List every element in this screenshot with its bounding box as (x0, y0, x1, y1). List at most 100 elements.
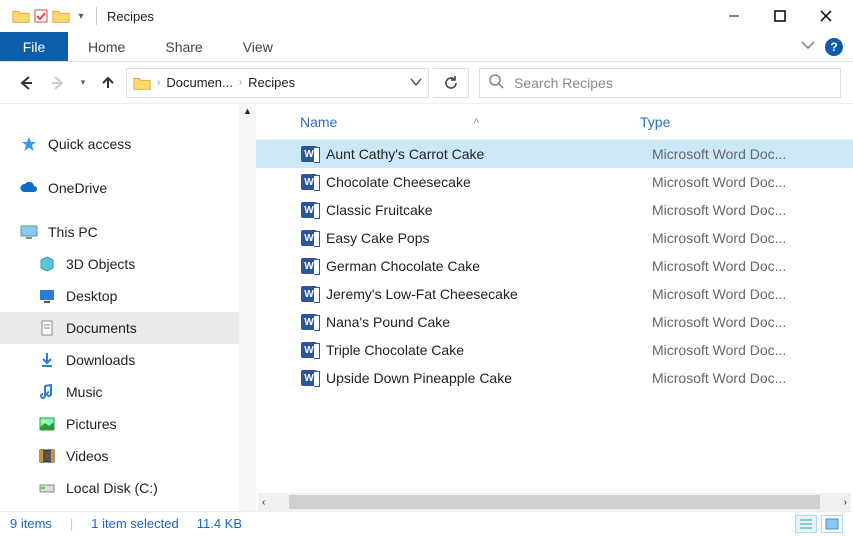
help-button[interactable]: ? (825, 38, 843, 56)
star-icon (20, 135, 38, 153)
sidebar-item[interactable]: 3D Objects (0, 248, 256, 280)
word-doc-icon: W (300, 285, 318, 303)
word-doc-icon: W (300, 173, 318, 191)
file-type: Microsoft Word Doc... (652, 230, 853, 246)
close-button[interactable] (803, 0, 849, 32)
sidebar-item-label: Desktop (66, 288, 117, 304)
sidebar-item[interactable]: Music (0, 376, 256, 408)
file-rows: WAunt Cathy's Carrot CakeMicrosoft Word … (256, 140, 853, 493)
chevron-right-icon[interactable]: › (239, 77, 242, 88)
status-item-count: 9 items (10, 516, 52, 531)
sidebar-item[interactable]: Pictures (0, 408, 256, 440)
nav-up-button[interactable] (94, 69, 122, 97)
sidebar-item[interactable]: Documents (0, 312, 256, 344)
file-type: Microsoft Word Doc... (652, 146, 853, 162)
file-name: German Chocolate Cake (326, 258, 652, 274)
address-bar[interactable]: › Documen... › Recipes (126, 68, 429, 98)
sidebar-item-label: 3D Objects (66, 256, 135, 272)
view-thumbnails-button[interactable] (821, 515, 843, 533)
file-tab[interactable]: File (0, 32, 68, 61)
nav-back-button[interactable] (12, 69, 40, 97)
file-name: Chocolate Cheesecake (326, 174, 652, 190)
minimize-button[interactable] (711, 0, 757, 32)
file-row[interactable]: WNana's Pound CakeMicrosoft Word Doc... (256, 308, 853, 336)
search-input[interactable] (514, 75, 832, 91)
column-label: Type (640, 114, 670, 130)
file-type: Microsoft Word Doc... (652, 370, 853, 386)
file-row[interactable]: WChocolate CheesecakeMicrosoft Word Doc.… (256, 168, 853, 196)
folder-qat-icon[interactable] (52, 7, 70, 25)
file-type: Microsoft Word Doc... (652, 342, 853, 358)
breadcrumb-item[interactable]: Documen... (166, 75, 232, 90)
file-name: Upside Down Pineapple Cake (326, 370, 652, 386)
tab-home[interactable]: Home (68, 32, 145, 61)
qat-icon[interactable] (32, 7, 50, 25)
nav-history-dropdown[interactable]: ▾ (76, 69, 90, 97)
status-selected-size: 11.4 KB (197, 516, 242, 531)
file-row[interactable]: W Upside Down Pineapple CakeMicrosoft Wor… (256, 364, 853, 392)
word-doc-icon: W (300, 201, 318, 219)
sidebar-item[interactable]: Downloads (0, 344, 256, 376)
file-row[interactable]: WTriple Chocolate CakeMicrosoft Word Doc… (256, 336, 853, 364)
sidebar-item-label: Local Disk (C:) (66, 480, 158, 496)
computer-icon (20, 223, 38, 241)
sidebar-quick-access[interactable]: Quick access (0, 128, 256, 160)
file-row[interactable]: W German Chocolate CakeMicrosoft Word Doc… (256, 252, 853, 280)
breadcrumb-label: Documen... (166, 75, 232, 90)
file-list-pane: Name ˄ Type WAunt Cathy's Carrot CakeMic… (256, 104, 853, 511)
file-name: Jeremy's Low-Fat Cheesecake (326, 286, 652, 302)
sidebar-onedrive[interactable]: OneDrive (0, 172, 256, 204)
file-row[interactable]: WAunt Cathy's Carrot CakeMicrosoft Word … (256, 140, 853, 168)
sidebar-item[interactable]: Desktop (0, 280, 256, 312)
sidebar-item-label: Music (66, 384, 103, 400)
sidebar-item-label: Pictures (66, 416, 117, 432)
word-doc-icon: W (300, 313, 318, 331)
scroll-right-icon[interactable]: › (844, 497, 847, 508)
folder-app-icon (12, 7, 30, 25)
scroll-left-icon[interactable]: ‹ (262, 497, 265, 508)
horizontal-scrollbar[interactable]: ‹ › (258, 493, 851, 511)
sidebar-item[interactable]: Local Disk (C:) (0, 472, 256, 504)
file-row[interactable]: WEasy Cake PopsMicrosoft Word Doc... (256, 224, 853, 252)
scroll-up-icon[interactable]: ▲ (243, 106, 252, 116)
column-label: Name (300, 114, 337, 130)
tab-view[interactable]: View (223, 32, 293, 61)
column-headers: Name ˄ Type (256, 104, 853, 140)
word-doc-icon: W (300, 369, 318, 387)
file-name: Easy Cake Pops (326, 230, 652, 246)
sidebar-item-icon (38, 319, 56, 337)
file-row[interactable]: WClassic FruitcakeMicrosoft Word Doc... (256, 196, 853, 224)
refresh-button[interactable] (433, 68, 469, 98)
maximize-button[interactable] (757, 0, 803, 32)
file-name: Triple Chocolate Cake (326, 342, 652, 358)
status-bar: 9 items | 1 item selected 11.4 KB (0, 511, 853, 535)
ribbon-expand-icon[interactable] (801, 39, 815, 54)
qat-dropdown-icon[interactable]: ▾ (72, 7, 90, 25)
sidebar-item-icon (38, 447, 56, 465)
tab-share[interactable]: Share (145, 32, 222, 61)
title-bar: ▾ Recipes (0, 0, 853, 32)
word-doc-icon: W (300, 257, 318, 275)
chevron-right-icon[interactable]: › (157, 77, 160, 88)
sidebar-item[interactable]: Videos (0, 440, 256, 472)
view-details-button[interactable] (795, 515, 817, 533)
sidebar-item-label: This PC (48, 224, 98, 240)
file-name: Classic Fruitcake (326, 202, 652, 218)
sidebar-item-icon (38, 479, 56, 497)
address-dropdown-icon[interactable] (410, 75, 422, 90)
nav-forward-button[interactable] (44, 69, 72, 97)
sidebar-this-pc[interactable]: This PC (0, 216, 256, 248)
file-type: Microsoft Word Doc... (652, 258, 853, 274)
search-box[interactable] (479, 68, 841, 98)
file-row[interactable]: W Jeremy's Low-Fat CheesecakeMicrosoft Wo… (256, 280, 853, 308)
status-selected-count: 1 item selected (91, 516, 178, 531)
column-header-type[interactable]: Type (640, 114, 853, 130)
file-name: Aunt Cathy's Carrot Cake (326, 146, 652, 162)
file-type: Microsoft Word Doc... (652, 286, 853, 302)
breadcrumb-label: Recipes (248, 75, 295, 90)
sidebar-scrollbar[interactable]: ▲ (239, 104, 256, 511)
breadcrumb-item[interactable]: Recipes (248, 75, 295, 90)
scrollbar-thumb[interactable] (289, 495, 819, 509)
column-header-name[interactable]: Name ˄ (300, 114, 640, 130)
address-folder-icon (133, 74, 151, 92)
